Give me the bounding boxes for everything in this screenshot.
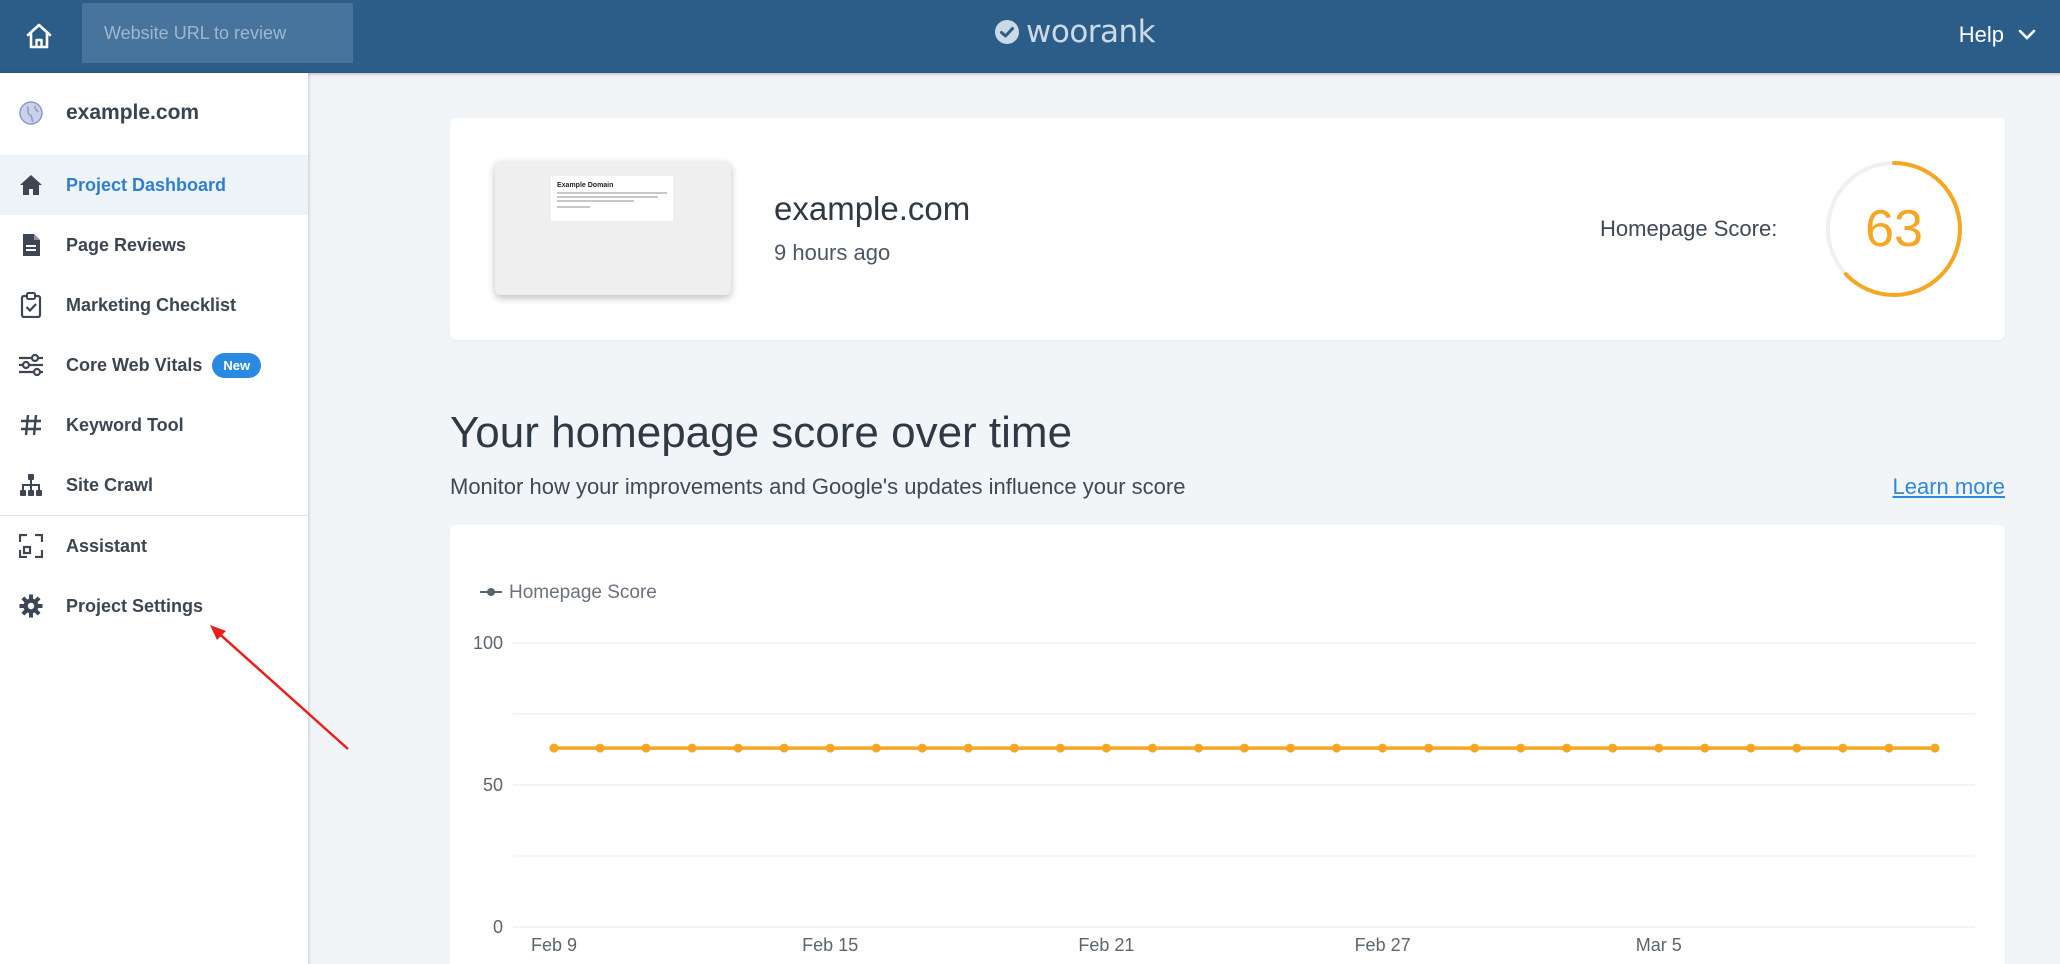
data-point: [1055, 743, 1065, 753]
data-point: [1838, 743, 1848, 753]
project-name: example.com: [66, 100, 200, 124]
sidebar-item-label: Keyword Tool: [66, 414, 184, 435]
document-icon: [18, 232, 44, 258]
data-point: [825, 743, 835, 753]
data-point: [1470, 743, 1480, 753]
data-point: [1424, 743, 1434, 753]
sidebar-item-project-dashboard[interactable]: Project Dashboard: [0, 155, 308, 215]
sidebar-item-project-settings[interactable]: Project Settings: [0, 576, 308, 636]
data-point: [1792, 743, 1802, 753]
top-bar: woorank Help: [0, 0, 2060, 73]
data-point: [733, 743, 743, 753]
section-subtitle: Monitor how your improvements and Google…: [450, 474, 1186, 499]
clipboard-check-icon: [18, 292, 44, 318]
thumbnail-text-line: [557, 196, 659, 198]
thumbnail-link-line: [557, 206, 590, 208]
legend-marker: [487, 588, 495, 596]
sidebar-item-keyword-tool[interactable]: Keyword Tool: [0, 395, 308, 455]
learn-more-link[interactable]: Learn more: [1892, 474, 2005, 500]
site-thumbnail[interactable]: Example Domain: [495, 161, 731, 295]
score-chart-card: 0 50 100 Feb 9 Feb 15 Feb 21 Feb 27 Mar 5 Homepa…: [450, 525, 2005, 964]
sidebar-item-assistant[interactable]: Assistant: [0, 516, 308, 576]
project-summary-card: Example Domain example.com 9 hours ago H…: [450, 118, 2005, 340]
y-tick-label: 100: [473, 633, 503, 653]
sidebar-item-label: Project Settings: [66, 595, 204, 616]
data-point: [549, 743, 559, 753]
thumbnail-page: Example Domain: [551, 176, 673, 221]
data-point: [1193, 743, 1203, 753]
project-selector[interactable]: example.com: [0, 73, 308, 152]
sitemap-icon: [18, 472, 44, 498]
thumbnail-title: Example Domain: [557, 182, 614, 189]
new-badge: New: [212, 352, 262, 378]
scan-icon: [18, 533, 44, 559]
last-review-time: 9 hours ago: [774, 240, 891, 265]
homepage-score-value: 63: [1865, 200, 1923, 258]
thumbnail-text-line: [557, 192, 667, 194]
home-button[interactable]: [18, 15, 60, 57]
x-tick-label: Feb 27: [1355, 935, 1411, 955]
score-line-chart: 0 50 100 Feb 9 Feb 15 Feb 21 Feb 27 Mar 5 Homepa…: [473, 582, 1975, 955]
data-point: [1286, 743, 1296, 753]
data-point: [641, 743, 651, 753]
gear-icon: [18, 593, 44, 619]
x-tick-label: Feb 15: [802, 935, 858, 955]
homepage-score-label: Homepage Score:: [1600, 216, 1778, 241]
thumbnail-text-line: [557, 200, 634, 202]
data-point: [963, 743, 973, 753]
home-icon: [18, 172, 44, 198]
globe-icon: [18, 100, 44, 126]
help-menu[interactable]: Help: [1959, 20, 2036, 50]
sidebar-item-marketing-checklist[interactable]: Marketing Checklist: [0, 275, 308, 335]
chevron-down-icon: [2018, 29, 2036, 40]
sidebar-item-label: Site Crawl: [66, 474, 154, 495]
legend-label: Homepage Score: [509, 582, 657, 603]
woorank-logo[interactable]: woorank: [994, 14, 1156, 50]
sidebar-item-label: Marketing Checklist: [66, 294, 237, 315]
data-point: [687, 743, 697, 753]
data-point: [1930, 743, 1940, 753]
x-tick-label: Feb 21: [1078, 935, 1134, 955]
data-point: [1332, 743, 1342, 753]
url-input[interactable]: [82, 3, 353, 63]
sidebar-item-site-crawl[interactable]: Site Crawl: [0, 455, 308, 515]
sidebar-item-label: Assistant: [66, 535, 148, 556]
sidebar-item-label: Project Dashboard: [66, 174, 227, 195]
data-point: [1009, 743, 1019, 753]
site-name: example.com: [774, 190, 971, 227]
data-point: [1378, 743, 1388, 753]
sidebar: example.com Project Dashboard Page Revie…: [0, 73, 308, 964]
data-point: [1562, 743, 1572, 753]
data-point: [595, 743, 605, 753]
data-point: [1884, 743, 1894, 753]
sliders-icon: [18, 352, 44, 378]
data-point: [917, 743, 927, 753]
data-point: [1147, 743, 1157, 753]
data-point: [779, 743, 789, 753]
data-point: [1654, 743, 1664, 753]
data-point: [1700, 743, 1710, 753]
y-tick-label: 50: [483, 775, 503, 795]
section-title: Your homepage score over time: [450, 408, 1073, 457]
logo-text: woorank: [1026, 14, 1156, 50]
help-label: Help: [1958, 22, 2004, 47]
home-icon: [26, 23, 52, 49]
x-tick-label: Feb 9: [531, 935, 577, 955]
data-point: [1608, 743, 1618, 753]
sidebar-item-core-web-vitals[interactable]: Core Web Vitals New: [0, 335, 308, 395]
x-tick-label: Mar 5: [1636, 935, 1682, 955]
logo-check-icon: [995, 20, 1019, 44]
y-tick-label: 0: [493, 917, 503, 937]
data-point: [871, 743, 881, 753]
data-point: [1516, 743, 1526, 753]
sidebar-item-page-reviews[interactable]: Page Reviews: [0, 215, 308, 275]
data-point: [1240, 743, 1249, 753]
data-point: [1746, 743, 1756, 753]
data-point: [1101, 743, 1111, 753]
sidebar-item-label: Page Reviews: [66, 234, 187, 255]
hashtag-icon: [18, 412, 44, 438]
sidebar-item-label: Core Web Vitals: [66, 354, 203, 375]
